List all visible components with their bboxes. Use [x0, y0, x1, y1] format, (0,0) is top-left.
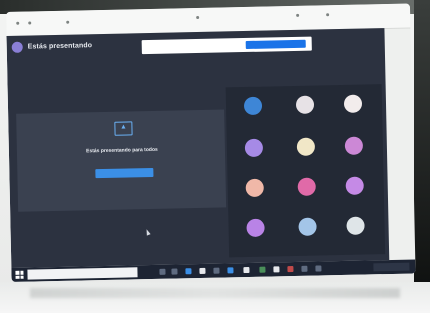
screen: Estás presentando Estás presentando para… [6, 3, 416, 282]
photo-of-monitor: Estás presentando Estás presentando para… [0, 0, 430, 313]
taskbar-app-icon[interactable] [301, 265, 308, 272]
taskbar-app-icon[interactable] [259, 266, 266, 273]
taskbar-search-input[interactable] [27, 267, 138, 280]
banner-action-button[interactable] [245, 39, 306, 49]
taskbar-app-icon[interactable] [171, 268, 178, 275]
taskbar-app-icon[interactable] [159, 268, 166, 275]
participant-tile[interactable] [245, 178, 264, 198]
taskbar-app-icon[interactable] [185, 268, 192, 275]
menu-dot-icon[interactable] [16, 21, 20, 25]
participant-tile[interactable] [244, 138, 264, 158]
taskbar-app-icon[interactable] [287, 266, 294, 273]
stop-presenting-button[interactable] [95, 167, 154, 179]
taskbar-app-icon[interactable] [213, 267, 220, 274]
participant-tile[interactable] [298, 217, 317, 236]
menu-dot-icon[interactable] [66, 20, 70, 24]
presenting-message: Estás presentando para todos [86, 146, 158, 155]
presenting-status: Estás presentando [27, 41, 93, 51]
menu-dot-icon[interactable] [196, 15, 200, 20]
meeting-window: Estás presentando Estás presentando para… [6, 28, 390, 268]
participant-tile[interactable] [343, 94, 363, 113]
taskbar-app-icon[interactable] [227, 267, 234, 274]
participant-tile[interactable] [346, 216, 365, 235]
screen-reflection [0, 282, 430, 313]
menu-dot-icon[interactable] [326, 13, 330, 17]
start-button[interactable] [15, 270, 24, 279]
participant-tile[interactable] [296, 137, 316, 156]
present-screen-icon [114, 121, 133, 136]
participant-tile[interactable] [295, 95, 315, 114]
menu-dot-icon[interactable] [28, 21, 32, 25]
mouse-cursor-icon [144, 228, 151, 236]
system-tray[interactable] [373, 262, 410, 272]
menu-dot-icon[interactable] [296, 13, 300, 17]
participant-tile[interactable] [246, 218, 265, 238]
reflection-strip [30, 288, 400, 298]
taskbar-app-icon[interactable] [199, 267, 206, 275]
participant-tile[interactable] [344, 136, 364, 155]
participant-tile[interactable] [345, 176, 364, 195]
taskbar-app-icon[interactable] [315, 265, 322, 272]
participant-tile[interactable] [297, 177, 316, 196]
presentation-panel: Estás presentando para todos [16, 109, 227, 212]
taskbar-app-icon[interactable] [273, 266, 280, 273]
taskbar-app-icon[interactable] [243, 266, 250, 274]
participant-grid [225, 84, 386, 258]
monitor-bezel-right [414, 0, 430, 290]
participant-tile[interactable] [243, 96, 263, 116]
presenter-avatar[interactable] [11, 41, 23, 53]
